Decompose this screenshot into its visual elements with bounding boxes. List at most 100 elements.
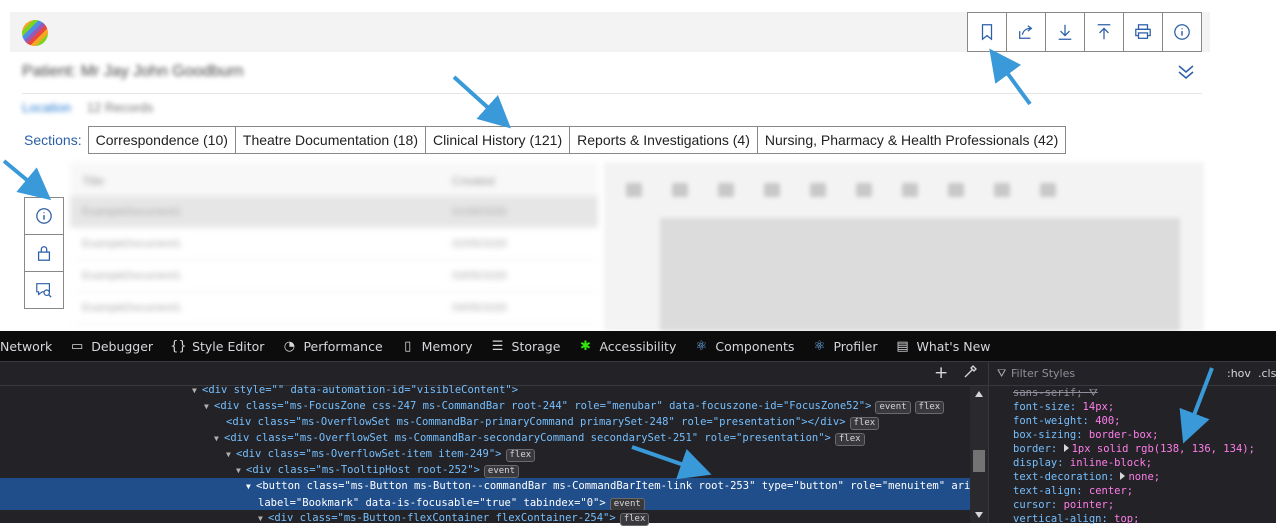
viewer-tool-icon[interactable]	[810, 183, 826, 197]
expand-icon[interactable]	[1063, 444, 1069, 452]
flex-badge[interactable]: flex	[849, 417, 880, 430]
dom-node[interactable]: ▼ <div style="" data-automation-id="visib…	[0, 382, 970, 398]
tab-reports-investigations[interactable]: Reports & Investigations (4)	[569, 126, 758, 154]
viewer-tool-icon[interactable]	[626, 183, 642, 197]
tab-clinical-history[interactable]: Clinical History (121)	[424, 126, 571, 154]
tab-network[interactable]: Network	[0, 339, 52, 354]
tab-nursing-pharmacy[interactable]: Nursing, Pharmacy & Health Professionals…	[756, 126, 1067, 154]
whats-new-icon: ▤	[896, 338, 909, 354]
tab-components[interactable]: ⚛ Components	[693, 339, 795, 354]
bookmark-icon	[981, 24, 993, 41]
rules-view: ⛛ Filter Styles :hov .cls sans-serif; ⛛ …	[988, 362, 1276, 526]
css-declaration[interactable]: box-sizing: border-box;	[1013, 428, 1255, 442]
css-declaration[interactable]: text-decoration: none;	[1013, 470, 1255, 484]
tab-theatre-documentation[interactable]: Theatre Documentation (18)	[234, 126, 426, 154]
expand-icon[interactable]	[1120, 472, 1126, 480]
event-badge[interactable]: event	[609, 498, 645, 510]
viewer-tool-icon[interactable]	[948, 183, 964, 197]
download-button[interactable]	[1045, 12, 1085, 52]
column-created[interactable]: Created	[452, 174, 495, 188]
flex-badge[interactable]: flex	[505, 449, 536, 462]
flex-badge[interactable]: flex	[914, 401, 945, 414]
print-button[interactable]	[1123, 12, 1163, 52]
eyedropper-icon[interactable]	[962, 364, 978, 380]
performance-icon: ◔	[283, 338, 296, 354]
list-item[interactable]: ExampleDocument1 03/05/2020	[70, 260, 598, 292]
info-side-button[interactable]	[24, 197, 64, 235]
viewer-tool-icon[interactable]	[672, 183, 688, 197]
list-item[interactable]: ExampleDocument1 01/06/2020	[70, 196, 598, 228]
css-declaration[interactable]: font-weight: 400;	[1013, 414, 1255, 428]
share-button[interactable]	[1006, 12, 1046, 52]
search-comment-side-button[interactable]	[24, 271, 64, 309]
tab-storage[interactable]: ☰ Storage	[490, 339, 561, 354]
download-icon	[1058, 24, 1072, 40]
tab-label: Profiler	[833, 338, 878, 354]
tab-label: Debugger	[91, 338, 154, 354]
storage-icon: ☰	[491, 338, 504, 354]
node-text: <div class="ms-FocusZone css-247 ms-Comm…	[214, 400, 872, 412]
css-declaration[interactable]: cursor: pointer;	[1013, 498, 1255, 512]
scroll-down-icon[interactable]	[975, 512, 983, 518]
markup-scrollbar[interactable]	[970, 386, 988, 523]
doc-date: 01/06/2020	[452, 206, 508, 218]
list-item[interactable]: ExampleDocument1 04/05/2020	[70, 292, 598, 324]
upload-button[interactable]	[1084, 12, 1124, 52]
filter-styles-input[interactable]: Filter Styles	[1011, 367, 1075, 380]
lock-side-button[interactable]	[24, 234, 64, 272]
dom-node[interactable]: ▼ <div class="ms-OverflowSet-item item-24…	[0, 446, 970, 462]
event-badge[interactable]: event	[875, 401, 911, 414]
hov-toggle[interactable]: :hov	[1227, 367, 1251, 380]
tab-style-editor[interactable]: {} Style Editor	[170, 339, 264, 354]
print-icon	[1135, 24, 1151, 39]
location-link[interactable]: Location	[22, 100, 71, 115]
css-declaration[interactable]: border: 1px solid rgb(138, 136, 134);	[1013, 442, 1255, 456]
css-declaration[interactable]: vertical-align: top;	[1013, 512, 1255, 526]
style-editor-icon: {}	[170, 338, 187, 354]
tab-label: Style Editor	[192, 338, 265, 354]
viewer-tool-icon[interactable]	[1040, 183, 1056, 197]
add-node-icon[interactable]: +	[934, 363, 948, 383]
flex-badge[interactable]: flex	[619, 513, 650, 526]
tab-profiler[interactable]: ⚛ Profiler	[811, 338, 878, 354]
viewer-tool-icon[interactable]	[764, 183, 780, 197]
dom-node[interactable]: <div class="ms-OverflowSet ms-CommandBar…	[0, 414, 970, 430]
info-icon	[36, 208, 52, 224]
css-declaration[interactable]: display: inline-block;	[1013, 456, 1255, 470]
cls-toggle[interactable]: .cls	[1258, 367, 1276, 380]
dom-node[interactable]: ▼ <div class="ms-OverflowSet ms-CommandBa…	[0, 430, 970, 446]
css-declaration[interactable]: font-size: 14px;	[1013, 400, 1255, 414]
viewer-tool-icon[interactable]	[718, 183, 734, 197]
dom-node-selected[interactable]: ▼ <button class="ms-Button ms-Button--com…	[0, 478, 970, 510]
tab-debugger[interactable]: ▭ Debugger	[69, 339, 153, 354]
flex-badge[interactable]: flex	[834, 433, 865, 446]
app-viewer: Patient: Mr Jay John Goodburn Location 1…	[0, 0, 1276, 331]
css-prop: font-weight:	[1013, 415, 1089, 427]
dom-node[interactable]: ▼ <div class="ms-TooltipHost root-252"> ev…	[0, 462, 970, 478]
lock-icon	[37, 246, 51, 261]
dom-node[interactable]: ▼ <div class="ms-Button-flexContainer fle…	[0, 510, 970, 526]
scroll-up-icon[interactable]	[975, 391, 983, 397]
bookmark-button[interactable]	[967, 12, 1007, 52]
tab-whats-new[interactable]: ▤ What's New	[894, 339, 990, 354]
info-button[interactable]	[1162, 12, 1202, 52]
viewer-tool-icon[interactable]	[856, 183, 872, 197]
viewer-tool-icon[interactable]	[994, 183, 1010, 197]
list-item[interactable]: ExampleDocument1 02/05/2020	[70, 228, 598, 260]
tab-memory[interactable]: ▯ Memory	[400, 339, 472, 354]
node-text: <div class="ms-OverflowSet ms-CommandBar…	[226, 416, 846, 428]
scroll-thumb[interactable]	[973, 450, 985, 472]
double-chevron-down-icon[interactable]	[1176, 62, 1196, 82]
column-title[interactable]: Title	[82, 174, 104, 188]
debugger-icon: ▭	[71, 338, 84, 354]
css-declaration[interactable]: text-align: center;	[1013, 484, 1255, 498]
css-declaration[interactable]: sans-serif; ⛛	[1013, 386, 1255, 400]
viewer-tool-icon[interactable]	[902, 183, 918, 197]
event-badge[interactable]: event	[483, 465, 519, 478]
tab-performance[interactable]: ◔ Performance	[281, 338, 383, 354]
css-value: center;	[1088, 485, 1134, 497]
tab-correspondence[interactable]: Correspondence (10)	[87, 126, 236, 154]
css-value: 14px;	[1082, 401, 1115, 413]
dom-node[interactable]: ▼ <div class="ms-FocusZone css-247 ms-Com…	[0, 398, 970, 414]
tab-accessibility[interactable]: ✱ Accessibility	[577, 339, 676, 354]
